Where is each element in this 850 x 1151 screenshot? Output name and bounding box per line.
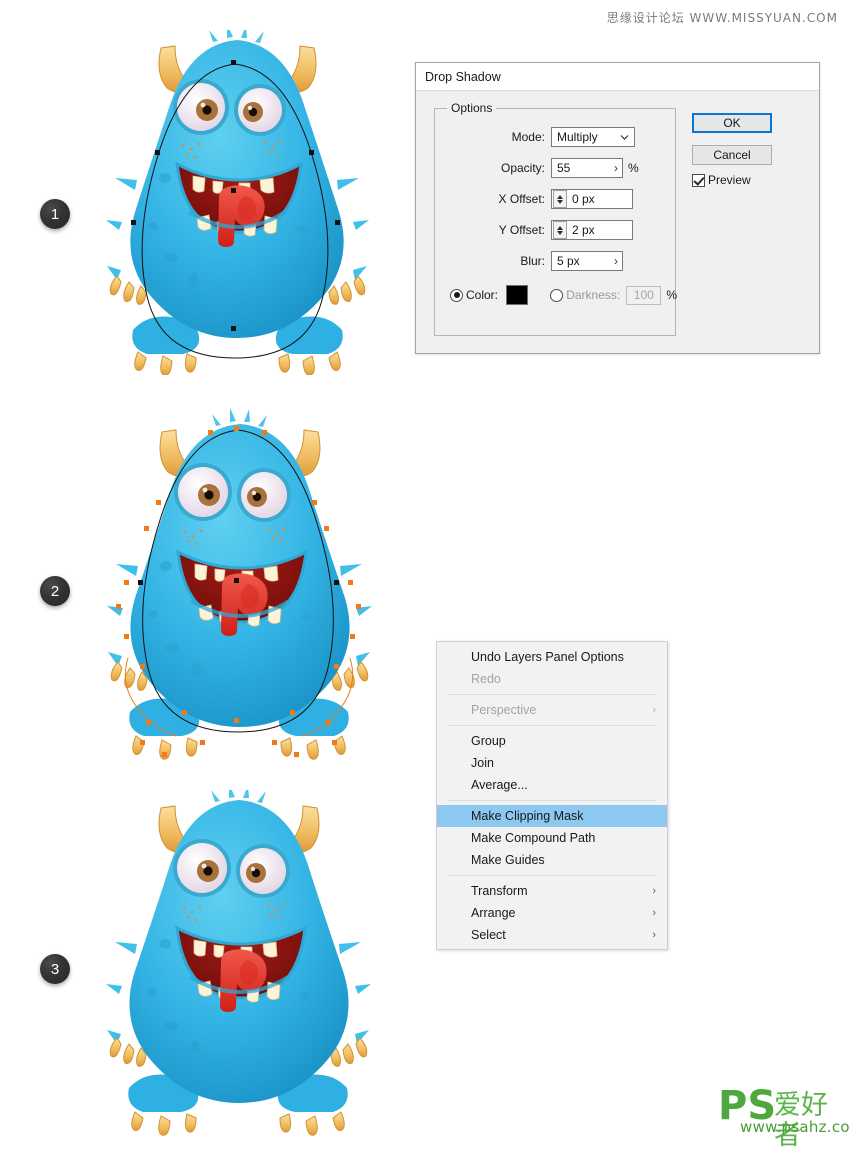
x-offset-input[interactable]: 0 px <box>551 189 633 209</box>
menu-separator <box>448 875 657 876</box>
menu-item-arrange[interactable]: Arrange › <box>437 902 667 924</box>
step-badge-3-label: 3 <box>50 960 60 978</box>
preview-label: Preview <box>708 173 751 187</box>
x-offset-stepper[interactable] <box>553 190 567 208</box>
cancel-button[interactable]: Cancel <box>692 145 772 165</box>
monster-illustration-step-1 <box>106 30 369 375</box>
menu-item-perspective-label: Perspective <box>471 703 537 717</box>
drop-shadow-dialog: Drop Shadow Options Mode: Multiply Opaci… <box>415 62 820 354</box>
mode-label: Mode: <box>511 130 545 144</box>
menu-separator <box>448 694 657 695</box>
darkness-label: Darkness: <box>566 288 621 302</box>
menu-item-select-label: Select <box>471 928 506 942</box>
opacity-row: Opacity: 55 › % <box>435 158 677 178</box>
preview-checkbox[interactable] <box>692 173 705 187</box>
darkness-input: 100 <box>626 285 662 305</box>
darkness-unit: % <box>666 288 677 302</box>
preview-row[interactable]: Preview <box>692 173 751 187</box>
step-badge-3: 3 <box>40 954 70 984</box>
blur-row: Blur: 5 px › <box>435 251 677 271</box>
y-offset-stepper[interactable] <box>553 221 567 239</box>
menu-item-select[interactable]: Select › <box>437 924 667 946</box>
options-group: Options Mode: Multiply Opacity: 55 › % X… <box>434 101 677 336</box>
y-offset-input[interactable]: 2 px <box>551 220 633 240</box>
x-offset-row: X Offset: 0 px <box>435 189 677 209</box>
menu-item-redo: Redo <box>471 672 501 686</box>
opacity-unit: % <box>628 161 639 175</box>
spin-down-icon[interactable] <box>557 230 563 235</box>
menu-item-join[interactable]: Join <box>437 752 667 774</box>
spin-up-icon[interactable] <box>557 225 563 230</box>
dialog-title: Drop Shadow <box>425 69 501 84</box>
watermark-top-text: 思缘设计论坛 WWW.MISSYUAN.COM <box>606 11 838 25</box>
darkness-radio[interactable] <box>550 288 564 302</box>
step-badge-1: 1 <box>40 199 70 229</box>
menu-item-transform[interactable]: Transform › <box>437 880 667 902</box>
darkness-value: 100 <box>633 288 654 302</box>
step-badge-2-label: 2 <box>50 582 60 600</box>
site-logo: PS 爱好者 www.psahz.com <box>718 1086 850 1151</box>
site-logo-url: www.psahz.com <box>740 1118 850 1136</box>
step-badge-1-label: 1 <box>50 205 60 223</box>
menu-item-make-clipping-mask[interactable]: Make Clipping Mask <box>437 805 667 827</box>
step-badge-2: 2 <box>40 576 70 606</box>
ok-button[interactable]: OK <box>692 113 772 133</box>
monster-illustration-step-3 <box>106 790 371 1136</box>
chevron-right-icon: › <box>652 704 656 716</box>
blur-label: Blur: <box>520 254 545 268</box>
chevron-right-icon: › <box>652 929 656 941</box>
dialog-titlebar: Drop Shadow <box>416 63 819 91</box>
mode-value: Multiply <box>557 130 598 144</box>
opacity-flyout-icon[interactable]: › <box>614 162 618 174</box>
menu-item-average[interactable]: Average... <box>437 774 667 796</box>
opacity-label: Opacity: <box>500 161 545 175</box>
menu-separator <box>448 800 657 801</box>
color-swatch[interactable] <box>506 285 529 305</box>
blur-input[interactable]: 5 px › <box>551 251 623 271</box>
menu-separator <box>448 725 657 726</box>
mode-row: Mode: Multiply <box>435 127 677 147</box>
opacity-value: 55 <box>557 161 571 175</box>
context-menu: Undo Layers Panel Options Redo Perspecti… <box>436 641 668 950</box>
menu-item-undo[interactable]: Undo Layers Panel Options <box>437 646 667 668</box>
spin-down-icon[interactable] <box>557 199 563 204</box>
chevron-right-icon: › <box>652 885 656 897</box>
blur-flyout-icon[interactable]: › <box>614 255 618 267</box>
blur-value: 5 px <box>557 254 580 268</box>
color-label: Color: <box>466 288 499 302</box>
menu-item-arrange-label: Arrange <box>471 906 516 920</box>
menu-item-group[interactable]: Group <box>437 730 667 752</box>
x-offset-label: X Offset: <box>498 192 545 206</box>
y-offset-label: Y Offset: <box>498 223 545 237</box>
menu-item-make-compound-path[interactable]: Make Compound Path <box>437 827 667 849</box>
menu-item-perspective: Perspective › <box>437 699 667 721</box>
color-radio[interactable] <box>450 288 463 302</box>
menu-item-make-guides[interactable]: Make Guides <box>437 849 667 871</box>
options-group-label: Options <box>447 101 497 115</box>
y-offset-value: 2 px <box>572 223 595 237</box>
y-offset-row: Y Offset: 2 px <box>435 220 677 240</box>
chevron-down-icon <box>620 135 629 140</box>
spin-up-icon[interactable] <box>557 194 563 199</box>
opacity-input[interactable]: 55 › <box>551 158 623 178</box>
color-darkness-row: Color: Darkness: 100 % <box>435 285 677 305</box>
menu-item-transform-label: Transform <box>471 884 528 898</box>
mode-select[interactable]: Multiply <box>551 127 635 147</box>
monster-illustration-step-2 <box>107 408 372 760</box>
x-offset-value: 0 px <box>572 192 595 206</box>
chevron-right-icon: › <box>652 907 656 919</box>
